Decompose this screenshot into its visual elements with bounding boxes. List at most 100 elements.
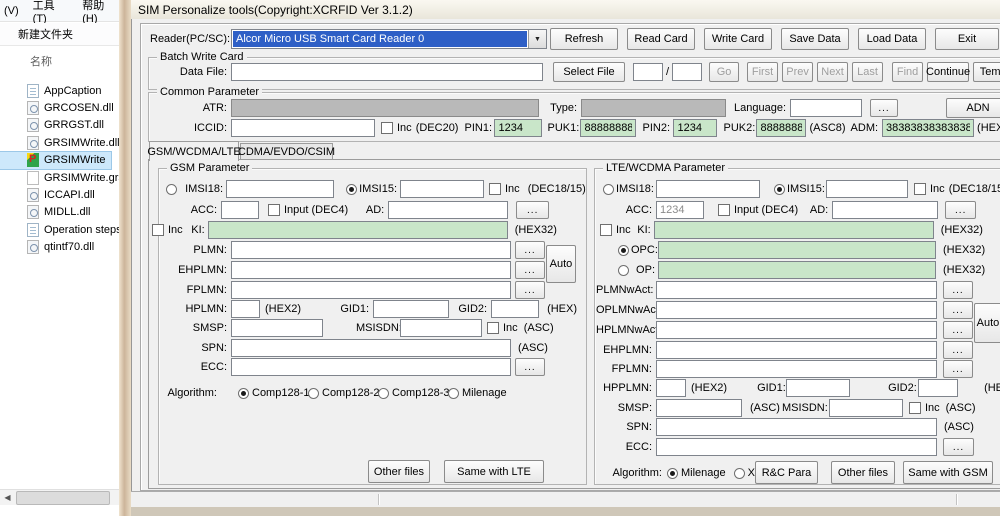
lte-opc-input[interactable] xyxy=(658,241,936,259)
gsm-msisdn-input[interactable] xyxy=(400,319,482,337)
iccid-inc-checkbox[interactable] xyxy=(381,122,393,134)
data-file-input[interactable] xyxy=(231,63,543,81)
lte-oplmnwact-browse-button[interactable]: ... xyxy=(943,301,973,319)
gsm-imsi18-radio[interactable] xyxy=(166,183,177,195)
gsm-ki-inc-checkbox[interactable] xyxy=(152,224,164,236)
lte-ehplmn-input[interactable] xyxy=(656,341,937,359)
gsm-imsi15-radio[interactable] xyxy=(346,183,357,195)
lte-other-files-button[interactable]: Other files xyxy=(831,461,895,484)
gsm-ecc-input[interactable] xyxy=(231,358,511,376)
menu-tools[interactable]: 工具(T) xyxy=(33,0,69,25)
batch-total-input[interactable] xyxy=(672,63,703,81)
file-item[interactable]: GRSIMWrite.grsp xyxy=(0,169,130,186)
file-item[interactable]: AppCaption xyxy=(0,82,119,99)
prev-button[interactable]: Prev xyxy=(782,62,814,82)
gsm-ehplmn-browse-button[interactable]: ... xyxy=(515,261,545,279)
lte-oplmnwact-input[interactable] xyxy=(656,301,937,319)
file-item[interactable]: Operation steps xyxy=(0,221,122,238)
gsm-other-files-button[interactable]: Other files xyxy=(368,460,430,483)
lte-imsi15-input[interactable] xyxy=(826,180,908,198)
tab-cdma-evdo-csim[interactable]: CDMA/EVDO/CSIM xyxy=(238,143,335,160)
lte-ehplmn-browse-button[interactable]: ... xyxy=(943,341,973,359)
next-button[interactable]: Next xyxy=(817,62,849,82)
pin2-input[interactable] xyxy=(673,119,718,137)
lte-acc-input-checkbox[interactable] xyxy=(718,204,730,216)
lte-msisdn-input[interactable] xyxy=(828,399,903,417)
go-button[interactable]: Go xyxy=(709,62,740,82)
lte-fplmn-input[interactable] xyxy=(656,360,937,378)
lte-imsi18-radio[interactable] xyxy=(603,183,614,195)
gsm-msisdn-inc-checkbox[interactable] xyxy=(487,322,499,334)
batch-index-input[interactable] xyxy=(633,63,663,81)
gsm-same-with-lte-button[interactable]: Same with LTE xyxy=(444,460,544,483)
lte-plmnwact-input[interactable] xyxy=(656,281,937,299)
file-item[interactable]: GRSIMWrite.dll xyxy=(0,134,120,151)
first-button[interactable]: First xyxy=(747,62,779,82)
reader-select[interactable]: Alcor Micro USB Smart Card Reader 0 ▼ xyxy=(231,29,547,49)
puk2-input[interactable] xyxy=(756,119,807,137)
iccid-input[interactable] xyxy=(231,119,375,137)
adn-button[interactable]: ADN xyxy=(946,98,1000,118)
lte-smsp-input[interactable] xyxy=(656,399,742,417)
file-item[interactable]: GRRGST.dll xyxy=(0,117,119,134)
continue-button[interactable]: Continue xyxy=(926,62,970,82)
gsm-ecc-browse-button[interactable]: ... xyxy=(515,358,545,376)
exit-button[interactable]: Exit xyxy=(935,28,999,50)
gsm-plmn-browse-button[interactable]: ... xyxy=(515,241,545,259)
pin1-input[interactable] xyxy=(494,119,543,137)
gsm-acc-input-checkbox[interactable] xyxy=(268,204,280,216)
lte-hpplmn-input[interactable] xyxy=(656,379,686,397)
gsm-comp128-3-radio[interactable] xyxy=(378,387,389,399)
lte-opc-radio[interactable] xyxy=(618,244,629,256)
gsm-imsi15-input[interactable] xyxy=(400,180,484,198)
lte-hplmnwact-input[interactable] xyxy=(656,321,937,339)
language-browse-button[interactable]: ... xyxy=(870,99,898,117)
lte-xor-radio[interactable] xyxy=(733,467,745,479)
menu-help[interactable]: 帮助(H) xyxy=(82,0,119,25)
file-item[interactable]: GRCOSEN.dll xyxy=(0,99,119,116)
new-folder-button[interactable]: 新建文件夹 xyxy=(18,26,73,42)
lte-spn-input[interactable] xyxy=(656,418,937,436)
lte-plmnwact-browse-button[interactable]: ... xyxy=(943,281,973,299)
file-item[interactable]: ICCAPI.dll xyxy=(0,186,119,203)
tab-gsm-wcdma-lte[interactable]: GSM/WCDMA/LTE xyxy=(147,141,241,161)
gsm-acc-input[interactable] xyxy=(221,201,259,219)
horizontal-scrollbar[interactable]: ◀ xyxy=(0,489,119,505)
gsm-smsp-input[interactable] xyxy=(231,319,323,337)
lte-msisdn-inc-checkbox[interactable] xyxy=(908,402,921,414)
save-data-button[interactable]: Save Data xyxy=(781,28,849,50)
gsm-imsi-inc-checkbox[interactable] xyxy=(489,183,501,195)
scrollbar-thumb[interactable] xyxy=(16,491,110,505)
read-card-button[interactable]: Read Card xyxy=(627,28,695,50)
select-file-button[interactable]: Select File xyxy=(553,62,625,82)
lte-ecc-input[interactable] xyxy=(656,438,937,456)
gsm-ki-input[interactable] xyxy=(207,221,508,239)
template-button[interactable]: Template xyxy=(973,62,1000,82)
gsm-spn-input[interactable] xyxy=(231,339,511,357)
gsm-gid1-input[interactable] xyxy=(373,300,450,318)
name-column-header[interactable]: 名称 xyxy=(0,52,119,70)
lte-hplmnwact-browse-button[interactable]: ... xyxy=(943,321,973,339)
gsm-comp128-2-radio[interactable] xyxy=(308,387,319,399)
file-item[interactable]: MIDLL.dll xyxy=(0,204,119,221)
gsm-fplmn-input[interactable] xyxy=(231,281,511,299)
language-input[interactable] xyxy=(790,99,862,117)
gsm-hplmn-input[interactable] xyxy=(231,300,260,318)
lte-imsi-inc-checkbox[interactable] xyxy=(914,183,926,195)
gsm-ehplmn-input[interactable] xyxy=(231,261,511,279)
scroll-left-icon[interactable]: ◀ xyxy=(0,490,15,504)
gsm-ad-input[interactable] xyxy=(388,201,509,219)
last-button[interactable]: Last xyxy=(852,62,884,82)
load-data-button[interactable]: Load Data xyxy=(858,28,926,50)
menu-view[interactable]: (V) xyxy=(4,5,19,17)
gsm-plmn-input[interactable] xyxy=(231,241,511,259)
gsm-ad-browse-button[interactable]: ... xyxy=(516,201,550,219)
gsm-comp128-1-radio[interactable] xyxy=(238,387,249,399)
lte-imsi18-input[interactable] xyxy=(656,180,760,198)
lte-ki-input[interactable] xyxy=(653,221,934,239)
gsm-imsi18-input[interactable] xyxy=(226,180,334,198)
lte-gid2-input[interactable] xyxy=(918,379,959,397)
file-item-selected[interactable]: GRSIMWrite xyxy=(0,150,112,170)
gsm-gid2-input[interactable] xyxy=(491,300,540,318)
lte-ad-browse-button[interactable]: ... xyxy=(945,201,977,219)
